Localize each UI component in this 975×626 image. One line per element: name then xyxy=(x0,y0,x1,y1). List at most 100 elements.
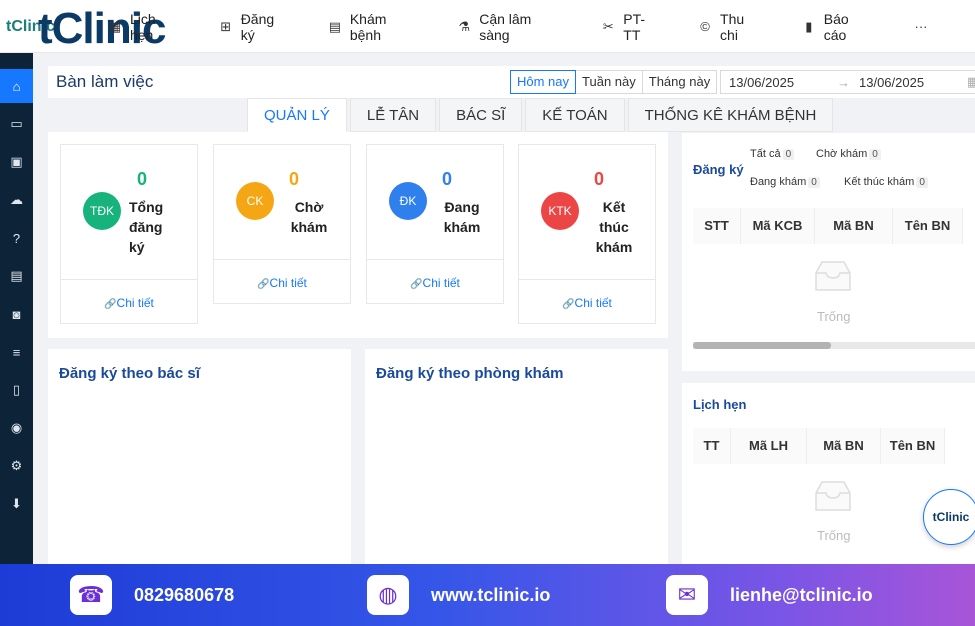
nav-label: PT-TT xyxy=(623,10,646,43)
detail-link-text: Chi tiết xyxy=(422,276,460,290)
nav-label: Đăng ký xyxy=(240,10,275,43)
home-icon[interactable]: ⌂ xyxy=(0,69,33,103)
tab[interactable]: BÁC SĨ xyxy=(439,98,523,132)
stat-label: Chờ khám xyxy=(290,199,328,235)
empty-text: Trống xyxy=(817,528,851,543)
dashboard-tabs: QUẢN LÝ LỄ TÂN BÁC SĨ KẾ TOÁN THỐNG KÊ KHÁM … xyxy=(247,98,836,132)
filter-finished[interactable]: Kết thúc khám 0 xyxy=(844,176,928,188)
horizontal-scrollbar[interactable] xyxy=(693,342,975,349)
download-icon[interactable]: ⬇ xyxy=(0,487,33,521)
list-icon[interactable]: ≡ xyxy=(0,335,33,369)
document-icon[interactable]: ▯ xyxy=(0,373,33,407)
room-registration-panel: Đăng ký theo phòng khám xyxy=(365,349,668,564)
phone-contact[interactable]: ☎ 0829680678 xyxy=(70,564,234,626)
stat-card[interactable]: 0 TĐK Tổng đăng ký 🔗Chi tiết xyxy=(60,144,198,324)
question-icon[interactable]: ? xyxy=(0,221,33,255)
date-range-picker[interactable]: 13/06/2025 → 13/06/2025 ▦ xyxy=(720,70,975,94)
globe-icon: ◍ xyxy=(367,575,409,615)
clipboard-icon: ▤ xyxy=(328,18,342,34)
stat-avatar: ĐK xyxy=(389,182,427,220)
link-icon: 🔗 xyxy=(104,299,117,310)
main-nav: ▦ Lịch hẹn ⊞ Đăng ký ▤ Khám bệnh ⚗ Cận lâm sàng… xyxy=(108,0,975,53)
scissors-icon: ✂ xyxy=(602,18,614,34)
archive-icon[interactable]: ▣ xyxy=(0,145,33,179)
link-icon: 🔗 xyxy=(257,279,270,290)
nav-label: Khám bệnh xyxy=(349,10,387,43)
user-circle-icon[interactable]: ◉ xyxy=(0,411,33,445)
website-contact[interactable]: ◍ www.tclinic.io xyxy=(367,564,550,626)
email-contact[interactable]: ✉ lienhe@tclinic.io xyxy=(666,564,873,626)
tab[interactable]: THỐNG KÊ KHÁM BỆNH xyxy=(627,98,834,132)
settings-icon[interactable]: ⚙ xyxy=(0,449,33,483)
currency-icon: © xyxy=(700,18,710,34)
date-tab[interactable]: Tuần này xyxy=(575,70,643,94)
nav-label: Lịch hẹn xyxy=(129,10,156,43)
detail-link[interactable]: 🔗Chi tiết xyxy=(519,279,655,325)
nav-item-lịch-hẹn[interactable]: ▦ Lịch hẹn xyxy=(108,11,183,43)
link-icon: 🔗 xyxy=(562,299,575,310)
stat-card[interactable]: 0 CK Chờ khám 🔗Chi tiết xyxy=(213,144,351,304)
column-header[interactable]: Tên BN xyxy=(881,428,945,464)
column-header[interactable]: Mã BN xyxy=(815,208,893,244)
money-icon[interactable]: ◙ xyxy=(0,297,33,331)
page-title: Bàn làm việc xyxy=(56,72,154,91)
filter-all[interactable]: Tất cả 0 xyxy=(750,148,795,160)
nav-item-pt-tt[interactable]: ✂ PT-TT xyxy=(601,11,662,43)
detail-link[interactable]: 🔗Chi tiết xyxy=(61,279,197,325)
stat-label: Kết thúc khám xyxy=(595,199,633,255)
stat-card[interactable]: 0 ĐK Đang khám 🔗Chi tiết xyxy=(366,144,504,304)
nav-label: Báo cáo xyxy=(823,10,849,43)
column-header[interactable]: Mã KCB xyxy=(741,208,815,244)
date-tab[interactable]: Hôm nay xyxy=(510,70,577,94)
nav-item-cận-lâm-sàng[interactable]: ⚗ Cận lâm sàng xyxy=(457,11,565,43)
empty-inbox-icon xyxy=(815,261,851,291)
nav-label: Thu chi xyxy=(720,10,745,43)
stat-value: 0 xyxy=(442,169,453,189)
filter-waiting[interactable]: Chờ khám 0 xyxy=(816,148,881,160)
stat-card[interactable]: 0 KTK Kết thúc khám 🔗Chi tiết xyxy=(518,144,656,324)
date-to[interactable]: 13/06/2025 xyxy=(859,75,967,90)
sidebar: ⌂ ▭ ▣ ☁? ▤ ◙ ≡ ▯ ◉ ⚙ ⬇ xyxy=(0,53,33,564)
nav-item-báo-cáo[interactable]: ▮ Báo cáo xyxy=(802,11,875,43)
empty-text: Trống xyxy=(817,309,851,324)
nav-item-khám-bệnh[interactable]: ▤ Khám bệnh xyxy=(328,11,421,43)
stat-label: Đang khám xyxy=(443,199,481,235)
stat-avatar: CK xyxy=(236,182,274,220)
stat-label: Tổng đăng ký xyxy=(129,199,164,255)
registrations-panel: Đăng ký Tất cả 0 Chờ khám 0 Đang khám 0 Kết… xyxy=(682,133,975,371)
cloud-upload-icon[interactable]: ☁ xyxy=(0,183,33,217)
column-header[interactable]: Tên BN xyxy=(893,208,963,244)
id-card-icon[interactable]: ▭ xyxy=(0,107,33,141)
nav-item-đăng-ký[interactable]: ⊞ Đăng ký xyxy=(219,11,292,43)
doctor-registration-panel: Đăng ký theo bác sĩ xyxy=(48,349,351,564)
phone-icon: ☎ xyxy=(70,575,112,615)
nav-item-more[interactable]: ··· xyxy=(911,18,939,34)
column-header[interactable]: STT xyxy=(693,208,741,244)
stat-value: 0 xyxy=(289,169,300,189)
date-tab[interactable]: Tháng này xyxy=(641,70,718,94)
detail-link[interactable]: 🔗Chi tiết xyxy=(367,259,503,305)
contact-banner: ☎ 0829680678 ◍ www.tclinic.io ✉ lienhe@t… xyxy=(0,564,975,626)
column-header[interactable]: TT xyxy=(693,428,731,464)
filter-in-progress[interactable]: Đang khám 0 xyxy=(750,176,820,188)
column-header[interactable]: Mã BN xyxy=(807,428,881,464)
phone-text: 0829680678 xyxy=(134,584,235,605)
stat-value: 0 xyxy=(137,169,148,189)
scrollbar-thumb[interactable] xyxy=(693,342,831,349)
nav-item-thu-chi[interactable]: © Thu chi xyxy=(698,11,766,43)
tclinic-float-button[interactable]: tClinic xyxy=(923,489,975,545)
tab[interactable]: QUẢN LÝ xyxy=(247,98,347,132)
stat-avatar: KTK xyxy=(541,192,579,230)
calendar-icon[interactable]: ▦ xyxy=(967,74,975,90)
stat-avatar: TĐK xyxy=(83,192,121,230)
list-card-icon[interactable]: ▤ xyxy=(0,259,33,293)
more-icon: ··· xyxy=(914,18,928,34)
empty-inbox-icon xyxy=(815,481,851,511)
tab[interactable]: LỄ TÂN xyxy=(349,98,437,132)
column-header[interactable]: Mã LH xyxy=(731,428,807,464)
detail-link[interactable]: 🔗Chi tiết xyxy=(214,259,350,305)
date-from[interactable]: 13/06/2025 xyxy=(729,75,837,90)
nav-label: Cận lâm sàng xyxy=(479,10,532,43)
stat-value: 0 xyxy=(594,169,605,189)
tab[interactable]: KẾ TOÁN xyxy=(525,98,625,132)
